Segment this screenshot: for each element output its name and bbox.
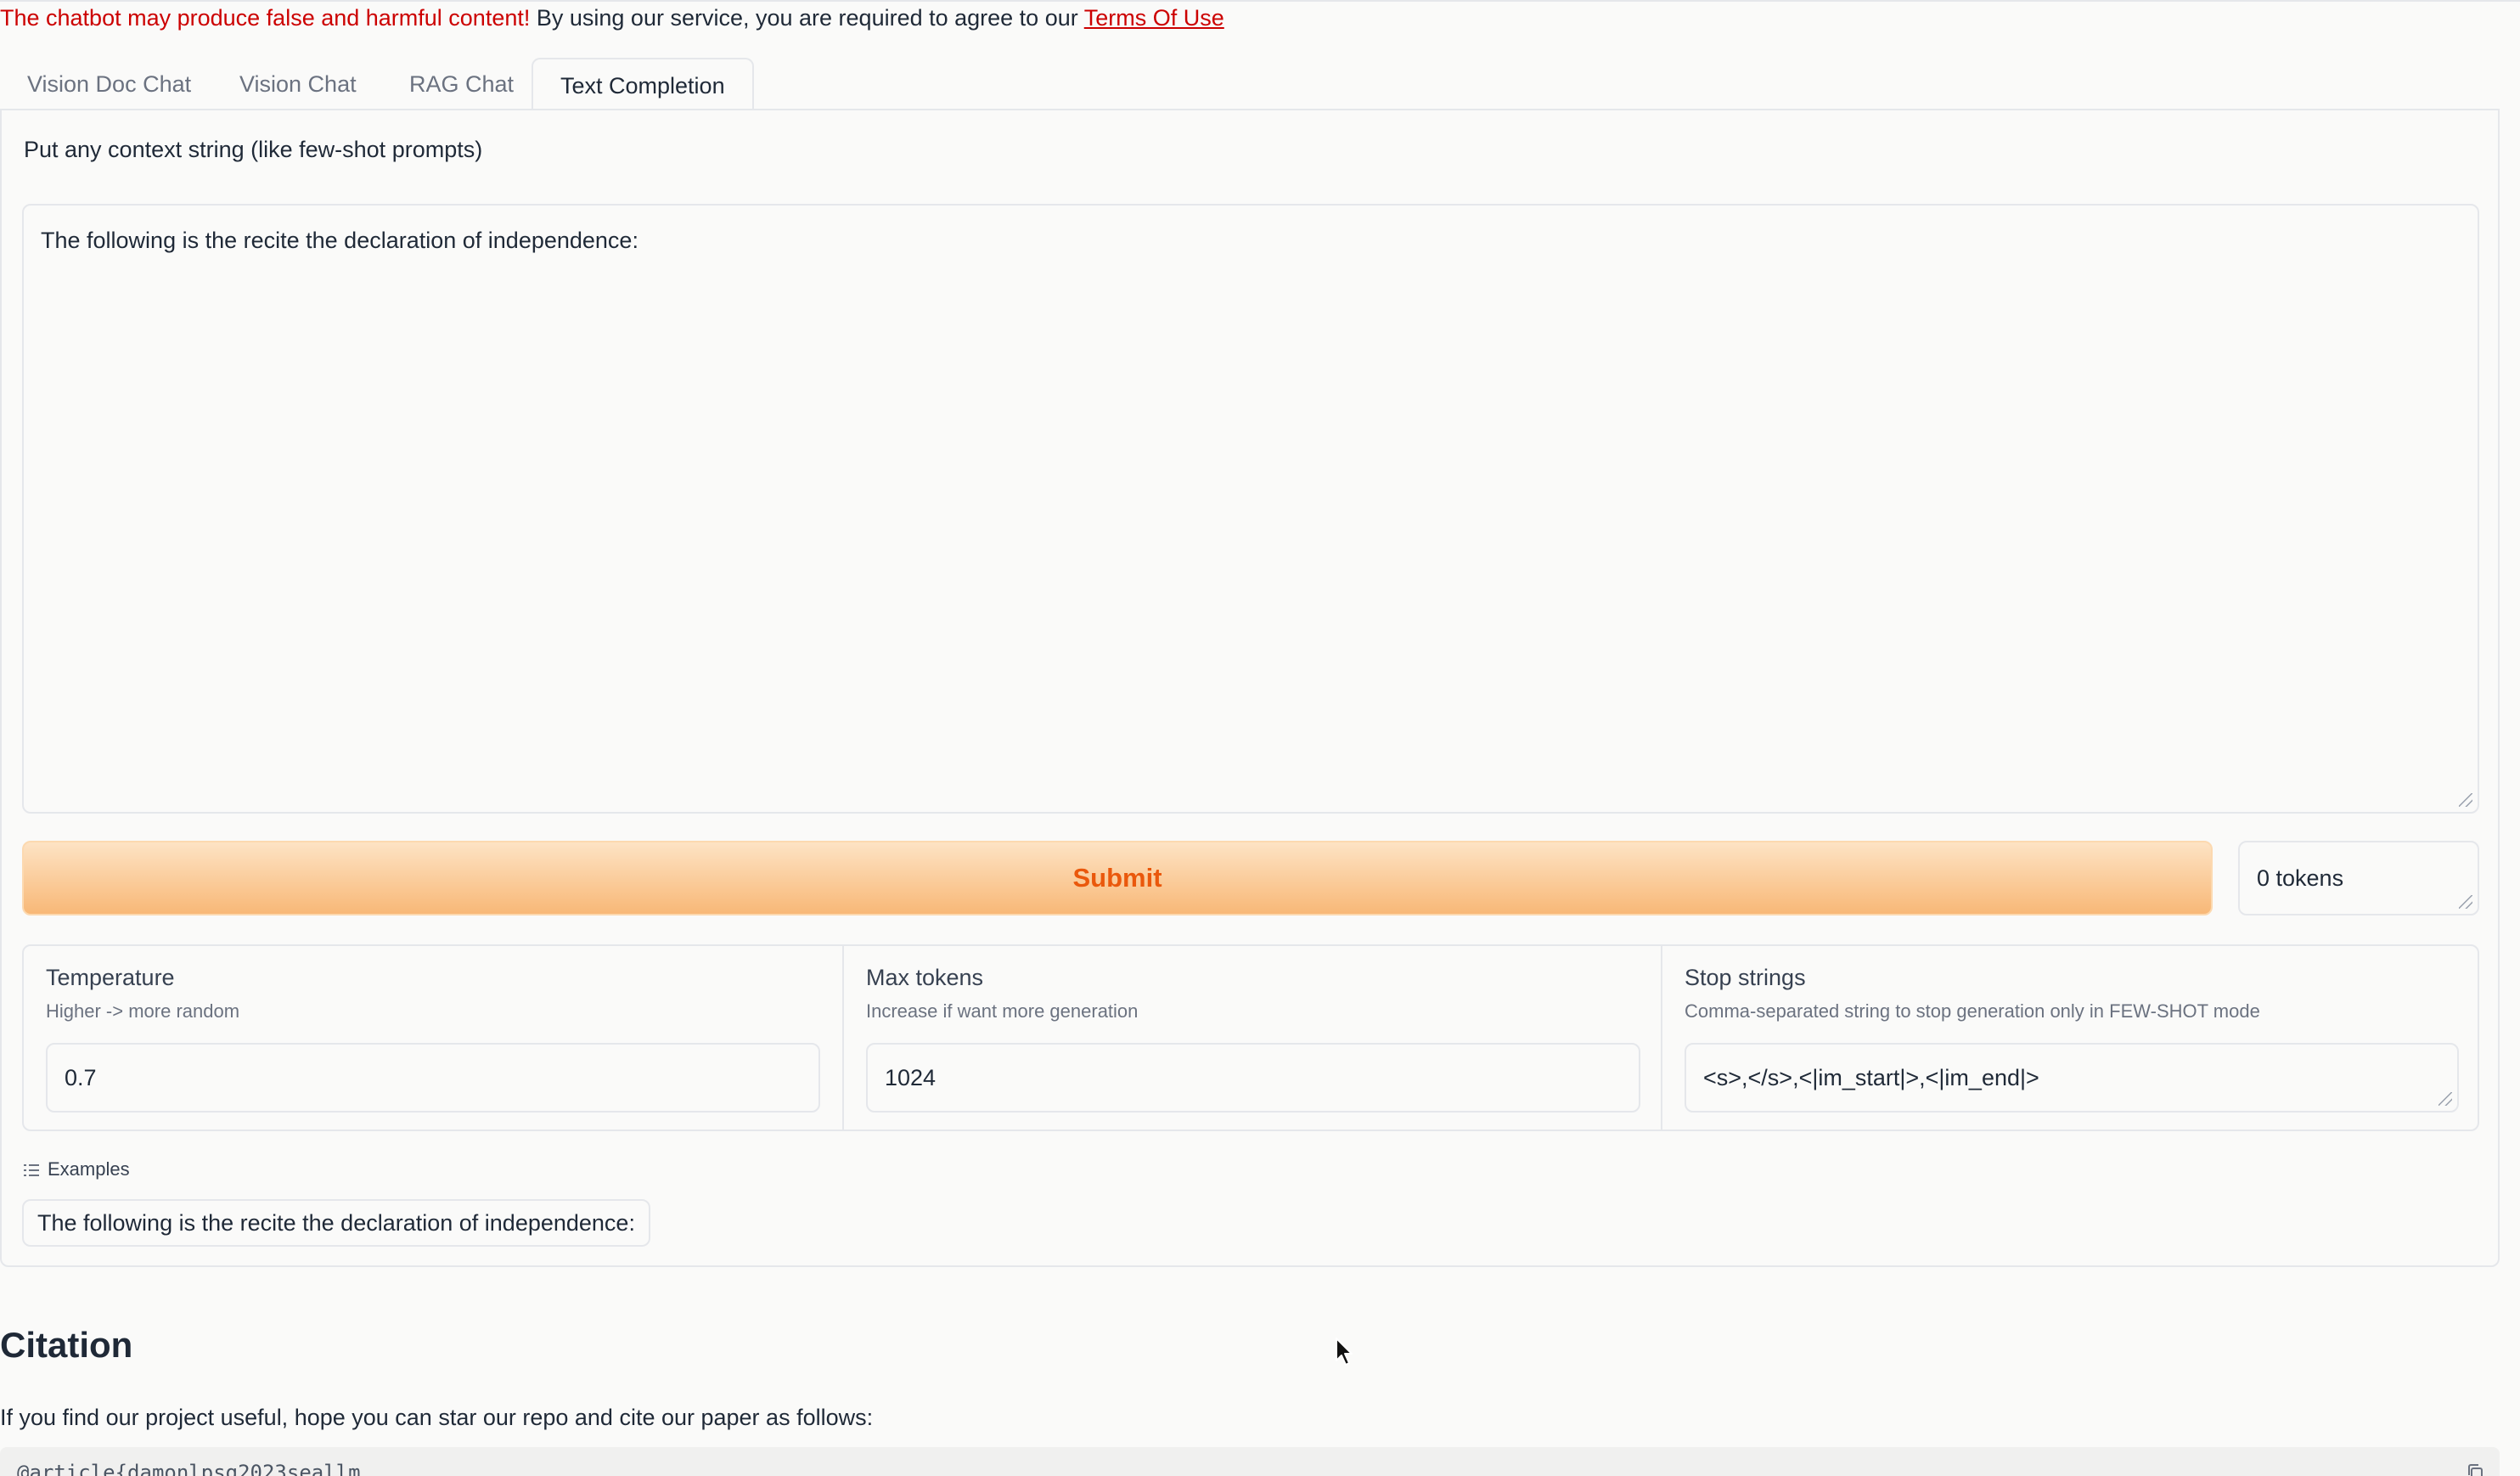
max-tokens-label: Max tokens: [866, 965, 984, 990]
stop-strings-info: Comma-separated string to stop generatio…: [1685, 1000, 2260, 1022]
disclaimer-banner: The chatbot may produce false and harmfu…: [0, 0, 2520, 34]
copy-icon[interactable]: [2466, 1462, 2484, 1476]
list-icon: [24, 1164, 39, 1176]
tab-rag-chat[interactable]: RAG Chat: [382, 58, 541, 110]
resize-handle[interactable]: [2459, 793, 2472, 807]
context-label: Put any context string (like few-shot pr…: [24, 137, 483, 162]
stop-strings-param: Stop strings Comma-separated string to s…: [1661, 946, 2478, 1130]
examples-label: Examples: [48, 1158, 130, 1180]
token-count-field[interactable]: 0 tokens: [2238, 841, 2479, 915]
temperature-param: Temperature Higher -> more random 0.7: [24, 946, 842, 1130]
tab-bar: Vision Doc Chat Vision Chat RAG Chat Tex…: [0, 58, 2500, 112]
resize-handle[interactable]: [2459, 895, 2472, 909]
parameters-row: Temperature Higher -> more random 0.7 Ma…: [22, 944, 2479, 1131]
citation-code-block: @article{damonlpsg2023seallm,: [0, 1447, 2500, 1476]
max-tokens-info: Increase if want more generation: [866, 1000, 1139, 1022]
tab-text-completion[interactable]: Text Completion: [532, 58, 754, 112]
max-tokens-input[interactable]: 1024: [866, 1043, 1640, 1113]
tab-vision-doc-chat[interactable]: Vision Doc Chat: [0, 58, 218, 110]
citation-heading: Citation: [0, 1325, 133, 1365]
example-item[interactable]: The following is the recite the declarat…: [22, 1199, 650, 1247]
submit-button[interactable]: Submit: [22, 841, 2213, 915]
terms-of-use-link[interactable]: Terms Of Use: [1084, 5, 1224, 31]
prompt-text: The following is the recite the declarat…: [41, 228, 638, 253]
disclaimer-warning: The chatbot may produce false and harmfu…: [0, 5, 531, 31]
page: The chatbot may produce false and harmfu…: [0, 0, 2520, 1476]
mouse-cursor-icon: [1336, 1338, 1353, 1366]
temperature-info: Higher -> more random: [46, 1000, 240, 1022]
tab-vision-chat[interactable]: Vision Chat: [212, 58, 384, 110]
stop-strings-label: Stop strings: [1685, 965, 1806, 990]
max-tokens-param: Max tokens Increase if want more generat…: [842, 946, 1661, 1130]
temperature-label: Temperature: [46, 965, 175, 990]
stop-strings-value: <s>,</s>,<|im_start|>,<|im_end|>: [1703, 1065, 2039, 1090]
text-completion-panel: Put any context string (like few-shot pr…: [0, 109, 2500, 1267]
prompt-textarea[interactable]: The following is the recite the declarat…: [22, 204, 2479, 814]
citation-text: If you find our project useful, hope you…: [0, 1405, 874, 1430]
resize-handle[interactable]: [2438, 1092, 2452, 1106]
disclaimer-text: By using our service, you are required t…: [530, 5, 1084, 31]
stop-strings-input[interactable]: <s>,</s>,<|im_start|>,<|im_end|>: [1685, 1043, 2459, 1113]
examples-header: Examples: [24, 1157, 130, 1182]
temperature-input[interactable]: 0.7: [46, 1043, 820, 1113]
citation-code: @article{damonlpsg2023seallm,: [17, 1461, 374, 1476]
token-count: 0 tokens: [2257, 865, 2344, 891]
